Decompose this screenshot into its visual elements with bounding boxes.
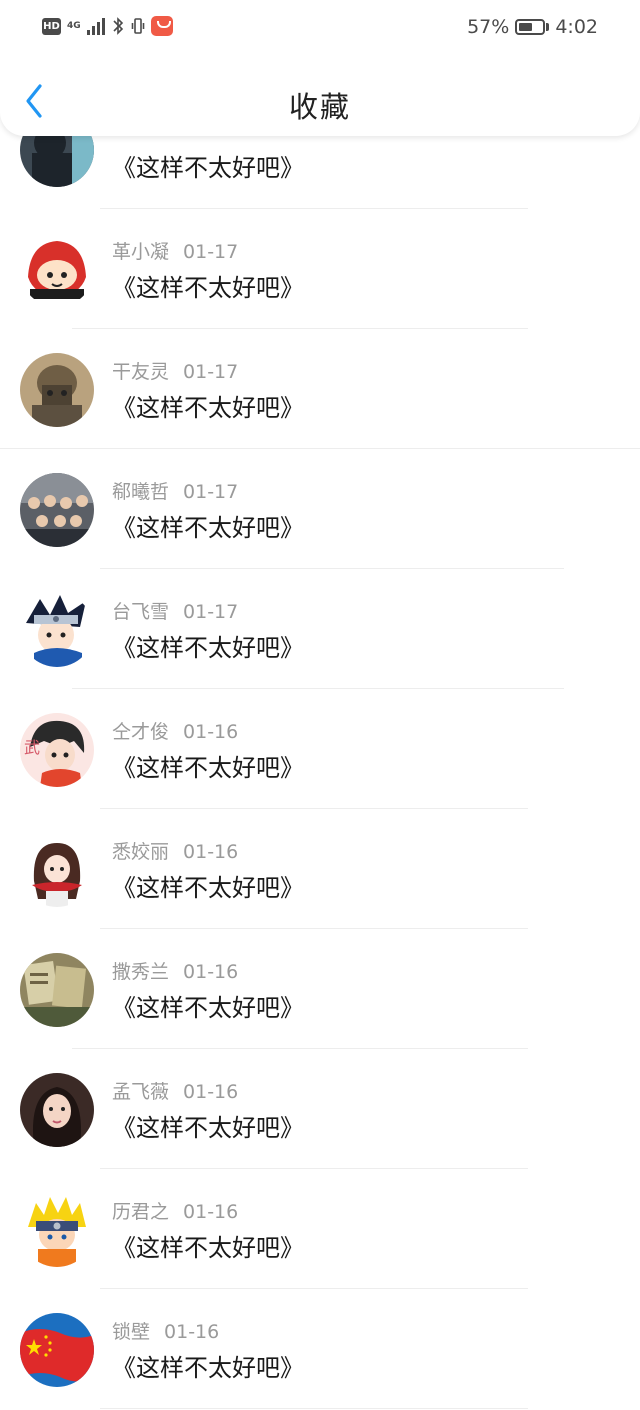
post-date: 01-17 <box>183 241 239 263</box>
hd-icon: HD <box>42 17 61 35</box>
favorite-list-item[interactable]: 悉姣丽 01-16 《这样不太好吧》 <box>0 810 640 930</box>
user-name[interactable]: 干友灵 <box>112 361 169 383</box>
post-date: 01-17 <box>183 601 239 623</box>
user-name[interactable]: 锁壁 <box>112 1321 150 1343</box>
divider <box>72 328 528 329</box>
avatar[interactable] <box>20 593 94 667</box>
user-name[interactable]: 孟飞薇 <box>112 1081 169 1103</box>
item-text: 《这样不太好吧》 <box>112 874 304 902</box>
user-name[interactable]: 仝才俊 <box>112 721 169 743</box>
favorite-list-item[interactable]: 郗曦哲 01-17 《这样不太好吧》 <box>0 450 640 570</box>
avatar[interactable] <box>20 353 94 427</box>
divider <box>100 568 564 569</box>
item-meta: 干友灵 01-17 <box>112 357 238 384</box>
item-text: 《这样不太好吧》 <box>112 274 304 302</box>
item-text: 《这样不太好吧》 <box>112 394 304 422</box>
favorite-list-item[interactable]: 台飞雪 01-17 《这样不太好吧》 <box>0 570 640 690</box>
user-name[interactable]: 台飞雪 <box>112 601 169 623</box>
item-text: 《这样不太好吧》 <box>112 994 304 1022</box>
item-text: 《这样不太好吧》 <box>112 514 304 542</box>
avatar[interactable]: 武 <box>20 713 94 787</box>
item-meta: 仝才俊 01-16 <box>112 717 238 744</box>
divider <box>100 808 528 809</box>
user-name[interactable]: 郗曦哲 <box>112 481 169 503</box>
post-date: 01-16 <box>183 1081 239 1103</box>
post-date: 01-16 <box>183 961 239 983</box>
clock: 4:02 <box>555 16 598 38</box>
divider <box>72 1048 528 1049</box>
post-date: 01-16 <box>183 1201 239 1223</box>
post-date: 01-17 <box>183 361 239 383</box>
avatar[interactable] <box>20 833 94 907</box>
user-name[interactable]: 历君之 <box>112 1201 169 1223</box>
user-name[interactable]: 撒秀兰 <box>112 961 169 983</box>
item-text: 《这样不太好吧》 <box>112 1114 304 1142</box>
favorite-list-item[interactable]: 历君之 01-16 《这样不太好吧》 <box>0 1170 640 1290</box>
divider <box>100 1408 528 1409</box>
battery-percent: 57% <box>467 16 510 38</box>
avatar[interactable] <box>20 473 94 547</box>
favorite-list-item[interactable]: 锁壁 01-16 《这样不太好吧》 <box>0 1290 640 1410</box>
post-date: 01-17 <box>183 481 239 503</box>
status-bar: HD 4G 57% 4:02 <box>0 0 640 56</box>
item-meta: 锁壁 01-16 <box>112 1317 219 1344</box>
item-meta: 孟飞薇 01-16 <box>112 1077 238 1104</box>
header: HD 4G 57% 4:02 收藏 <box>0 0 640 136</box>
favorite-list-item[interactable]: 武 仝才俊 01-16 《这样不太好吧》 <box>0 690 640 810</box>
battery-icon <box>515 19 546 35</box>
favorite-list-item[interactable]: 干友灵 01-17 《这样不太好吧》 <box>0 330 640 450</box>
favorite-list-item[interactable]: 撒秀兰 01-16 《这样不太好吧》 <box>0 930 640 1050</box>
post-date: 01-16 <box>164 1321 220 1343</box>
user-name[interactable]: 悉姣丽 <box>112 841 169 863</box>
item-text: 《这样不太好吧》 <box>112 754 304 782</box>
avatar[interactable] <box>20 1193 94 1267</box>
battery-fill <box>519 23 533 31</box>
avatar[interactable] <box>20 1073 94 1147</box>
favorite-list-item[interactable]: 孟飞薇 01-16 《这样不太好吧》 <box>0 1050 640 1170</box>
divider <box>100 208 528 209</box>
item-meta: 历君之 01-16 <box>112 1197 238 1224</box>
nav-bar: 收藏 <box>0 64 640 136</box>
shop-app-icon <box>150 16 173 36</box>
page-title: 收藏 <box>288 90 351 124</box>
avatar[interactable] <box>20 233 94 307</box>
divider <box>100 1168 528 1169</box>
network-type-label: 4G <box>67 20 81 31</box>
svg-text:武: 武 <box>24 738 40 757</box>
post-date: 01-16 <box>183 721 239 743</box>
signal-icon <box>86 17 105 35</box>
item-text: 《这样不太好吧》 <box>112 1354 304 1382</box>
avatar[interactable] <box>20 1313 94 1387</box>
bluetooth-icon <box>113 17 123 35</box>
item-meta: 革小凝 01-17 <box>112 237 238 264</box>
item-meta: 台飞雪 01-17 <box>112 597 238 624</box>
item-text: 《这样不太好吧》 <box>112 634 304 662</box>
user-name[interactable]: 革小凝 <box>112 241 169 263</box>
vibrate-icon <box>131 18 144 34</box>
post-date: 01-16 <box>183 841 239 863</box>
divider <box>100 1288 528 1289</box>
item-meta: 郗曦哲 01-17 <box>112 477 238 504</box>
item-text: 《这样不太好吧》 <box>112 154 304 182</box>
item-meta: 撒秀兰 01-16 <box>112 957 238 984</box>
divider <box>100 928 528 929</box>
item-text: 《这样不太好吧》 <box>112 1234 304 1262</box>
divider <box>0 448 640 449</box>
favorite-list-item[interactable]: 革小凝 01-17 《这样不太好吧》 <box>0 210 640 330</box>
avatar[interactable] <box>20 953 94 1027</box>
item-meta: 悉姣丽 01-16 <box>112 837 238 864</box>
divider <box>72 688 564 689</box>
